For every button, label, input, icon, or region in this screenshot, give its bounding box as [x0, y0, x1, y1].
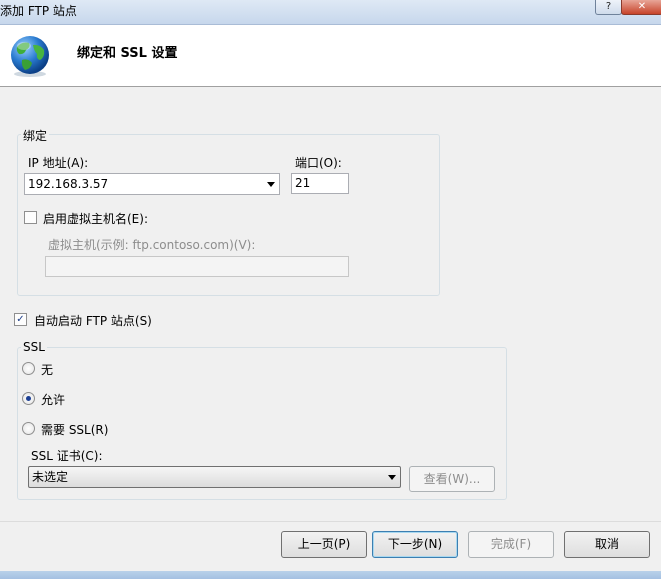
- port-label: 端口(O):: [295, 156, 342, 170]
- footer-separator: [0, 521, 661, 522]
- enable-virtual-host-checkbox[interactable]: [24, 211, 37, 224]
- next-button[interactable]: 下一步(N): [372, 531, 458, 558]
- port-input[interactable]: 21: [291, 173, 349, 194]
- ip-address-combo[interactable]: 192.168.3.57: [24, 173, 280, 195]
- port-value: 21: [295, 176, 311, 190]
- wizard-header: 绑定和 SSL 设置: [0, 25, 661, 87]
- previous-button[interactable]: 上一页(P): [281, 531, 367, 558]
- view-certificate-button[interactable]: 查看(W)...: [409, 466, 495, 492]
- binding-legend: 绑定: [21, 127, 50, 144]
- ssl-legend: SSL: [21, 340, 47, 354]
- ip-address-value: 192.168.3.57: [28, 177, 109, 191]
- finish-button[interactable]: 完成(F): [468, 531, 554, 558]
- chevron-down-icon: [267, 182, 275, 187]
- close-button[interactable]: ✕: [621, 0, 661, 15]
- virtual-host-input[interactable]: [45, 256, 349, 277]
- ssl-none-radio[interactable]: [22, 362, 35, 375]
- ssl-require-label: 需要 SSL(R): [41, 423, 109, 437]
- autostart-label: 自动启动 FTP 站点(S): [34, 314, 152, 328]
- window-title: 添加 FTP 站点: [0, 4, 77, 18]
- ip-address-label: IP 地址(A):: [28, 156, 89, 170]
- virtual-host-label: 虚拟主机(示例: ftp.contoso.com)(V):: [48, 238, 256, 252]
- globe-icon: [11, 36, 49, 77]
- window-bottom-border: [0, 571, 661, 579]
- cancel-button[interactable]: 取消: [564, 531, 650, 558]
- ssl-allow-radio[interactable]: [22, 392, 35, 405]
- autostart-checkbox[interactable]: ✓: [14, 313, 27, 326]
- ssl-allow-label: 允许: [41, 393, 66, 407]
- chevron-down-icon: [388, 475, 396, 480]
- help-button[interactable]: ?: [595, 0, 622, 15]
- ssl-certificate-label: SSL 证书(C):: [31, 449, 103, 463]
- close-icon: ✕: [637, 1, 647, 12]
- ssl-require-radio[interactable]: [22, 422, 35, 435]
- ssl-certificate-combo[interactable]: 未选定: [28, 466, 401, 488]
- ssl-none-label: 无: [41, 363, 54, 377]
- enable-virtual-host-label: 启用虚拟主机名(E):: [43, 212, 148, 226]
- page-title: 绑定和 SSL 设置: [77, 46, 178, 61]
- title-bar[interactable]: 添加 FTP 站点 ? ✕: [0, 0, 661, 25]
- help-icon: ?: [605, 1, 612, 12]
- ssl-certificate-value: 未选定: [32, 470, 69, 484]
